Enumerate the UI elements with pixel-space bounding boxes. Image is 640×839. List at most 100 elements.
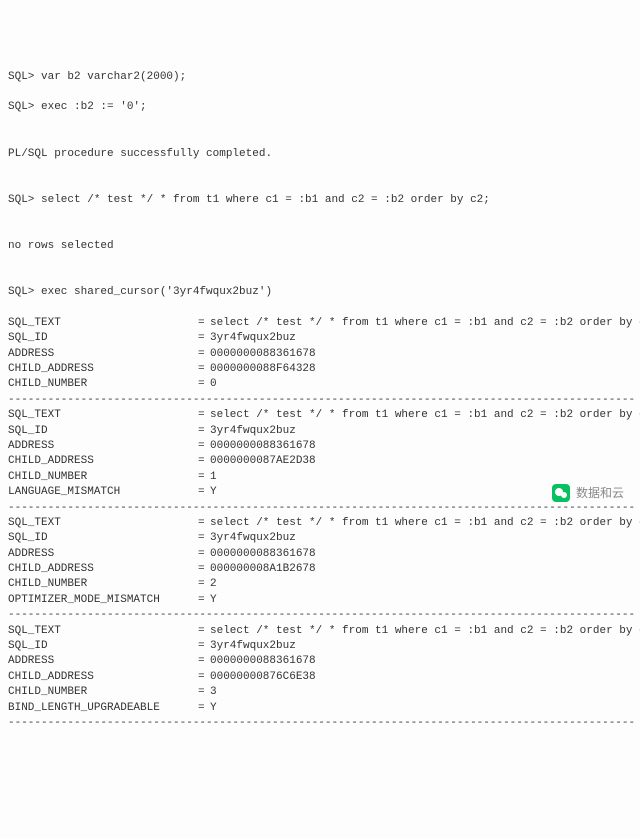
row-value: 0 — [210, 378, 217, 390]
row-value: select /* test */ * from t1 where c1 = :… — [210, 625, 640, 637]
cursor-row: CHILD_ADDRESS= 0000000088F64328 — [8, 362, 632, 377]
row-label: CHILD_NUMBER — [8, 377, 198, 392]
equals-sign: = — [198, 408, 210, 423]
cursor-row: ADDRESS= 0000000088361678 — [8, 347, 632, 362]
output-line: no rows selected — [8, 239, 632, 254]
row-label: CHILD_NUMBER — [8, 577, 198, 592]
equals-sign: = — [198, 685, 210, 700]
row-value: 3yr4fwqux2buz — [210, 532, 296, 544]
equals-sign: = — [198, 439, 210, 454]
equals-sign: = — [198, 562, 210, 577]
equals-sign: = — [198, 454, 210, 469]
row-label: ADDRESS — [8, 439, 198, 454]
row-label: SQL_TEXT — [8, 624, 198, 639]
equals-sign: = — [198, 531, 210, 546]
row-value: select /* test */ * from t1 where c1 = :… — [210, 409, 640, 421]
equals-sign: = — [198, 331, 210, 346]
equals-sign: = — [198, 485, 210, 500]
row-value: 0000000088361678 — [210, 655, 316, 667]
row-value: select /* test */ * from t1 where c1 = :… — [210, 517, 640, 529]
row-value: 0000000087AE2D38 — [210, 455, 316, 467]
cursor-row: CHILD_ADDRESS= 000000008A1B2678 — [8, 562, 632, 577]
row-value: 3yr4fwqux2buz — [210, 640, 296, 652]
separator-line: ----------------------------------------… — [8, 501, 632, 516]
row-label: SQL_ID — [8, 331, 198, 346]
equals-sign: = — [198, 624, 210, 639]
row-label: CHILD_ADDRESS — [8, 362, 198, 377]
sql-line: SQL> var b2 varchar2(2000); — [8, 70, 632, 85]
equals-sign: = — [198, 424, 210, 439]
cursor-row: CHILD_NUMBER= 2 — [8, 577, 632, 592]
row-value: 0000000088F64328 — [210, 363, 316, 375]
row-label: CHILD_NUMBER — [8, 470, 198, 485]
equals-sign: = — [198, 593, 210, 608]
equals-sign: = — [198, 701, 210, 716]
row-label: SQL_TEXT — [8, 408, 198, 423]
cursor-row: SQL_ID= 3yr4fwqux2buz — [8, 639, 632, 654]
cursor-row: SQL_TEXT= select /* test */ * from t1 wh… — [8, 624, 632, 639]
cursor-row: SQL_ID= 3yr4fwqux2buz — [8, 331, 632, 346]
row-label: ADDRESS — [8, 654, 198, 669]
output-line: PL/SQL procedure successfully completed. — [8, 147, 632, 162]
row-value: 3yr4fwqux2buz — [210, 332, 296, 344]
row-label: CHILD_ADDRESS — [8, 562, 198, 577]
row-value: 0000000088361678 — [210, 548, 316, 560]
row-value: 0000000088361678 — [210, 440, 316, 452]
row-value: Y — [210, 702, 217, 714]
row-label: SQL_TEXT — [8, 316, 198, 331]
separator-line: ----------------------------------------… — [8, 608, 632, 623]
watermark: 数据和云 — [552, 484, 624, 502]
row-label: CHILD_NUMBER — [8, 685, 198, 700]
row-value: 2 — [210, 578, 217, 590]
row-value: 00000000876C6E38 — [210, 671, 316, 683]
cursor-row: CHILD_ADDRESS= 0000000087AE2D38 — [8, 454, 632, 469]
row-label: SQL_ID — [8, 639, 198, 654]
separator-line: ----------------------------------------… — [8, 716, 632, 731]
equals-sign: = — [198, 377, 210, 392]
row-label: ADDRESS — [8, 547, 198, 562]
cursor-row: CHILD_NUMBER= 1 — [8, 470, 632, 485]
row-value: 1 — [210, 471, 217, 483]
equals-sign: = — [198, 547, 210, 562]
equals-sign: = — [198, 470, 210, 485]
cursor-row: CHILD_NUMBER= 3 — [8, 685, 632, 700]
row-label: SQL_ID — [8, 424, 198, 439]
sql-line: SQL> exec :b2 := '0'; — [8, 100, 632, 115]
row-value: 000000008A1B2678 — [210, 563, 316, 575]
row-label: OPTIMIZER_MODE_MISMATCH — [8, 593, 198, 608]
row-label: CHILD_ADDRESS — [8, 670, 198, 685]
equals-sign: = — [198, 316, 210, 331]
equals-sign: = — [198, 362, 210, 377]
equals-sign: = — [198, 577, 210, 592]
sql-line: SQL> exec shared_cursor('3yr4fwqux2buz') — [8, 285, 632, 300]
equals-sign: = — [198, 670, 210, 685]
cursor-row: SQL_TEXT= select /* test */ * from t1 wh… — [8, 408, 632, 423]
row-label: LANGUAGE_MISMATCH — [8, 485, 198, 500]
row-label: BIND_LENGTH_UPGRADEABLE — [8, 701, 198, 716]
row-value: 3yr4fwqux2buz — [210, 425, 296, 437]
cursor-row: SQL_ID= 3yr4fwqux2buz — [8, 531, 632, 546]
cursor-row: LANGUAGE_MISMATCH= Y — [8, 485, 632, 500]
equals-sign: = — [198, 654, 210, 669]
row-label: SQL_ID — [8, 531, 198, 546]
row-value: Y — [210, 594, 217, 606]
row-value: select /* test */ * from t1 where c1 = :… — [210, 317, 640, 329]
wechat-icon — [552, 484, 570, 502]
cursor-row: ADDRESS= 0000000088361678 — [8, 654, 632, 669]
sql-line: SQL> select /* test */ * from t1 where c… — [8, 193, 632, 208]
cursor-row: BIND_LENGTH_UPGRADEABLE= Y — [8, 701, 632, 716]
cursor-row: SQL_TEXT= select /* test */ * from t1 wh… — [8, 316, 632, 331]
cursor-row: CHILD_NUMBER= 0 — [8, 377, 632, 392]
cursor-row: CHILD_ADDRESS= 00000000876C6E38 — [8, 670, 632, 685]
equals-sign: = — [198, 639, 210, 654]
row-value: 3 — [210, 686, 217, 698]
cursor-row: ADDRESS= 0000000088361678 — [8, 547, 632, 562]
separator-line: ----------------------------------------… — [8, 393, 632, 408]
row-label: ADDRESS — [8, 347, 198, 362]
equals-sign: = — [198, 347, 210, 362]
row-value: Y — [210, 486, 217, 498]
cursor-row: SQL_ID= 3yr4fwqux2buz — [8, 424, 632, 439]
cursor-row: OPTIMIZER_MODE_MISMATCH= Y — [8, 593, 632, 608]
watermark-text: 数据和云 — [576, 485, 624, 502]
cursor-row: ADDRESS= 0000000088361678 — [8, 439, 632, 454]
